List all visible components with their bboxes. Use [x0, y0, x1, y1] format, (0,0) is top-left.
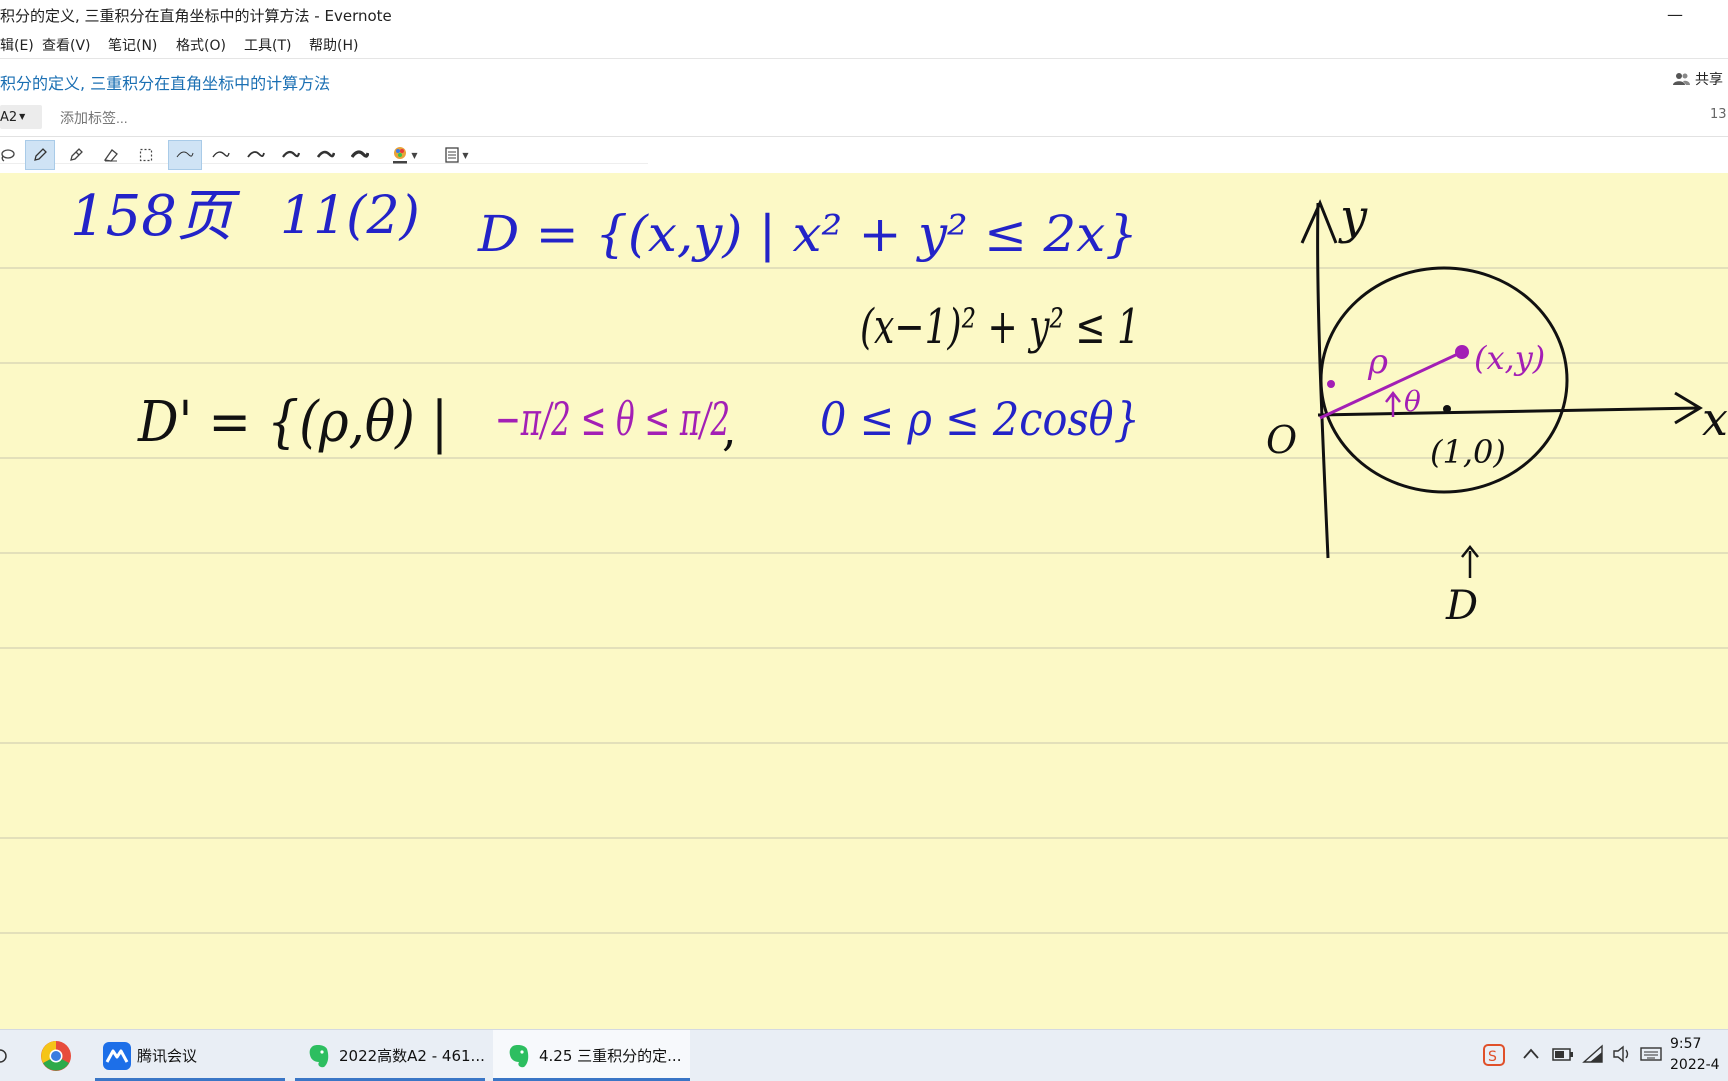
chevron-up-icon[interactable] — [1522, 1046, 1540, 1065]
hw-point-label: (x,y) — [1474, 339, 1545, 377]
paper-style-icon[interactable]: ▼ — [437, 140, 477, 170]
volume-icon[interactable] — [1612, 1045, 1634, 1067]
note-title[interactable]: 积分的定义, 三重积分在直角坐标中的计算方法 — [0, 70, 330, 94]
hw-page-ref: 158页 — [70, 184, 241, 249]
evernote-icon — [309, 1044, 329, 1067]
taskbar-start-fragment[interactable] — [0, 1030, 14, 1081]
ink-canvas[interactable]: 158页 11(2) D = {(x,y) | x² + y² ≤ 2x} (x… — [0, 173, 1728, 1029]
polar-diagram: y x O (x,y) ρ θ (1,0) D — [1266, 189, 1728, 629]
lasso-icon[interactable] — [0, 140, 22, 170]
chrome-icon — [41, 1040, 71, 1071]
caret-down-icon: ▼ — [19, 112, 26, 121]
tencent-meeting-icon — [103, 1041, 131, 1070]
tag-input[interactable] — [58, 105, 243, 131]
menu-bar: 辑(E) 查看(V) 笔记(N) 格式(O) 工具(T) 帮助(H) — [0, 30, 1728, 59]
search-icon — [0, 1048, 7, 1063]
selection-icon[interactable] — [131, 140, 161, 170]
notebook-selector[interactable]: A2 ▼ — [0, 105, 42, 129]
menu-help[interactable]: 帮助(H) — [309, 35, 358, 55]
hw-problem-number: 11(2) — [280, 186, 420, 246]
people-icon — [1673, 73, 1690, 85]
battery-icon[interactable] — [1552, 1046, 1574, 1066]
hw-theta-range: −π/2 ≤ θ ≤ π/2 — [495, 392, 730, 446]
task-label: 2022高数A2 - 461... — [339, 1047, 485, 1065]
menu-note[interactable]: 笔记(N) — [108, 35, 157, 55]
hw-rho-range: 0 ≤ ρ ≤ 2cosθ} — [820, 392, 1140, 446]
taskbar: 腾讯会议 2022高数A2 - 461... 4.25 三重积分的定... S — [0, 1029, 1728, 1081]
taskbar-evernote-1[interactable]: 2022高数A2 - 461... — [295, 1030, 485, 1081]
stroke-1-icon[interactable] — [168, 140, 202, 170]
hw-domain-D: D = {(x,y) | x² + y² ≤ 2x} — [477, 205, 1138, 263]
pen-icon[interactable] — [25, 140, 55, 170]
taskbar-chrome[interactable] — [34, 1030, 78, 1081]
evernote-icon — [509, 1044, 529, 1067]
window-title: 积分的定义, 三重积分在直角坐标中的计算方法 - Evernote — [0, 7, 392, 25]
note-header: 积分的定义, 三重积分在直角坐标中的计算方法 共享 A2▼ 13 — [0, 59, 1728, 136]
wifi-icon[interactable] — [1582, 1044, 1604, 1068]
sogou-ime-icon[interactable]: S — [1483, 1044, 1505, 1070]
keyboard-icon[interactable] — [1640, 1045, 1662, 1067]
page-count: 13 — [1710, 107, 1727, 122]
hw-origin-label: O — [1266, 418, 1297, 462]
clock-time: 9:57 — [1670, 1036, 1702, 1052]
hw-center-label: (1,0) — [1430, 433, 1506, 471]
hw-comma: , — [722, 402, 737, 456]
menu-edit[interactable]: 辑(E) — [0, 35, 34, 55]
hw-domain-Dprime: D' = {(ρ,θ) | — [137, 390, 448, 455]
taskbar-clock[interactable]: 9:57 2022-4 — [1670, 1034, 1720, 1076]
task-label: 腾讯会议 — [137, 1047, 198, 1065]
minimize-button[interactable]: — — [1655, 2, 1695, 28]
menu-format[interactable]: 格式(O) — [176, 35, 226, 55]
clock-date: 2022-4 — [1670, 1057, 1720, 1073]
color-picker-icon[interactable]: ▼ — [385, 140, 425, 170]
eraser-icon[interactable] — [96, 140, 126, 170]
taskbar-tencent-meeting[interactable]: 腾讯会议 — [95, 1030, 285, 1081]
share-label: 共享 — [1695, 72, 1723, 88]
svg-text:S: S — [1488, 1049, 1497, 1065]
hw-y-axis-label: y — [1338, 189, 1368, 245]
stroke-3-icon[interactable] — [241, 140, 271, 170]
hw-x-axis-label: x — [1702, 392, 1728, 446]
hw-region-label: D — [1445, 583, 1478, 629]
task-label: 4.25 三重积分的定... — [539, 1047, 682, 1065]
title-bar: 积分的定义, 三重积分在直角坐标中的计算方法 - Evernote — — [0, 0, 1728, 30]
hw-theta-label: θ — [1404, 385, 1421, 418]
ink-toolbar: ▼ ▼ — [0, 136, 1728, 173]
taskbar-evernote-2[interactable]: 4.25 三重积分的定... — [493, 1030, 690, 1081]
menu-tools[interactable]: 工具(T) — [244, 35, 291, 55]
highlighter-icon[interactable] — [61, 140, 91, 170]
menu-view[interactable]: 查看(V) — [42, 35, 91, 55]
stroke-5-icon[interactable] — [311, 140, 341, 170]
hw-rewritten-inequality: (x−1)² + y² ≤ 1 — [860, 299, 1140, 355]
stroke-6-icon[interactable] — [345, 140, 375, 170]
notebook-name: A2 — [0, 110, 18, 125]
share-button[interactable]: 共享 — [1673, 69, 1723, 89]
hw-rho-label: ρ — [1367, 342, 1388, 382]
handwriting-layer: 158页 11(2) D = {(x,y) | x² + y² ≤ 2x} (x… — [0, 184, 1728, 934]
stroke-4-icon[interactable] — [276, 140, 306, 170]
stroke-2-icon[interactable] — [206, 140, 236, 170]
